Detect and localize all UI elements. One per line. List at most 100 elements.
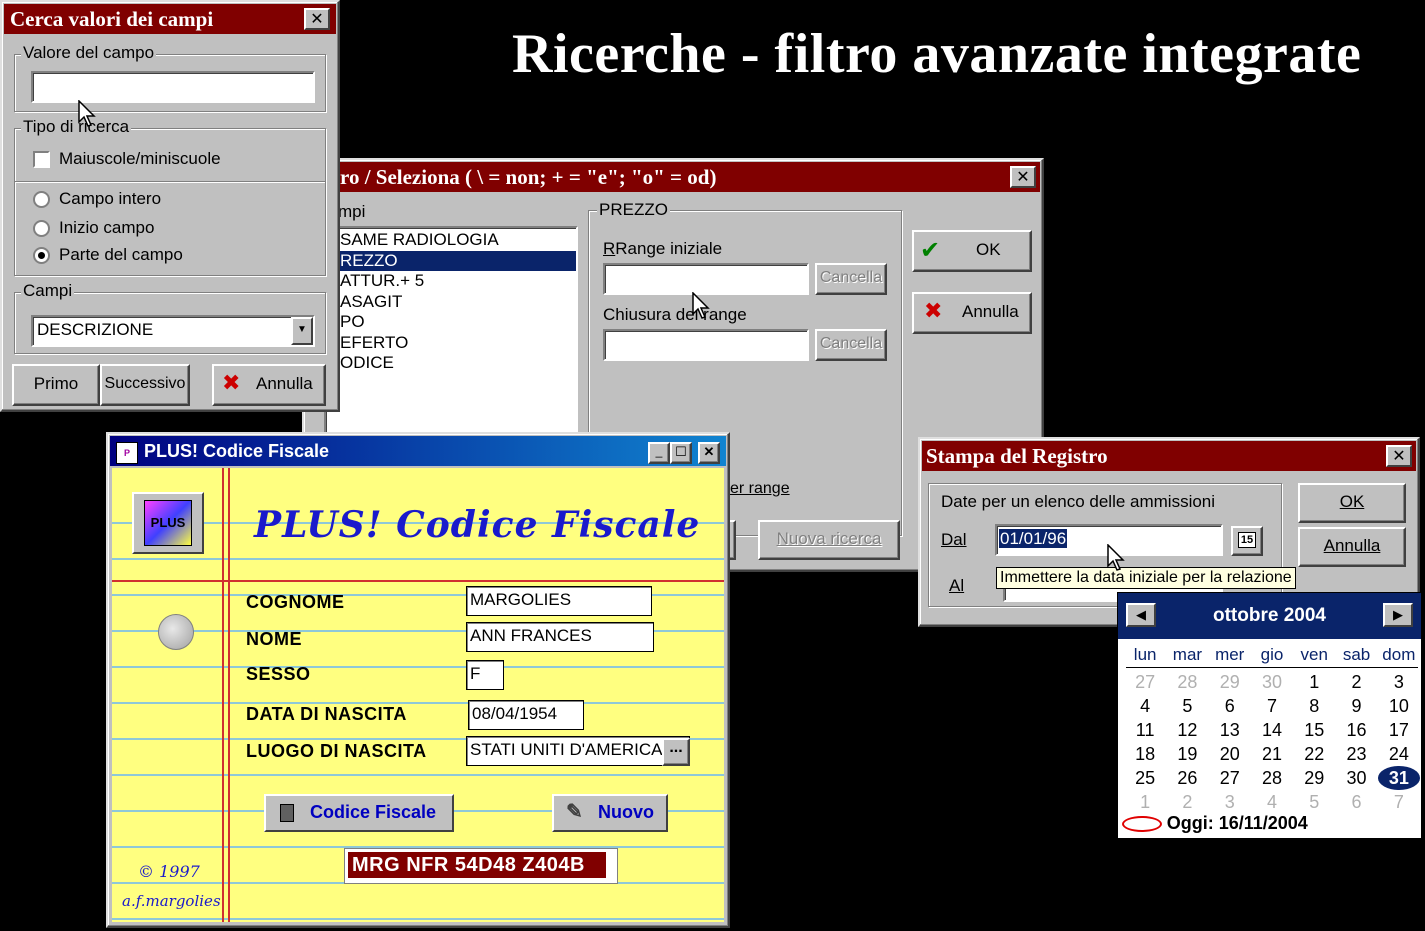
calendar-day[interactable]: 30 <box>1251 670 1293 694</box>
case-checkbox[interactable] <box>33 151 50 168</box>
calendar-day[interactable]: 17 <box>1378 718 1420 742</box>
codice-fiscale-button[interactable]: Codice Fiscale <box>264 794 454 832</box>
calendar-day[interactable]: 11 <box>1124 718 1166 742</box>
fields-select[interactable]: DESCRIZIONE ▼ <box>31 315 315 347</box>
filter-ok-button[interactable]: ✔ OK <box>912 230 1032 272</box>
plus-close-button[interactable]: ✕ <box>698 442 720 464</box>
calendar-day[interactable]: 7 <box>1251 694 1293 718</box>
field-list-item[interactable]: SAME RADIOLOGIA <box>326 230 576 251</box>
calendar-day[interactable]: 4 <box>1124 694 1166 718</box>
search-cancel-button[interactable]: ✖ Annulla <box>212 364 326 406</box>
calendar-day[interactable]: 6 <box>1335 790 1377 814</box>
range-end-cancel-button[interactable]: Cancella <box>815 329 887 361</box>
calendar-day[interactable]: 1 <box>1124 790 1166 814</box>
calendar-day[interactable]: 14 <box>1251 718 1293 742</box>
calendar-day[interactable]: 23 <box>1335 742 1377 766</box>
radio-inizio-campo[interactable] <box>33 220 50 237</box>
calendar-day[interactable]: 30 <box>1335 766 1377 790</box>
nuovo-button[interactable]: ✎ Nuovo <box>552 794 668 832</box>
fields-group-label: Campi <box>21 281 75 301</box>
calendar-day[interactable]: 28 <box>1251 766 1293 790</box>
calendar-day[interactable]: 5 <box>1293 790 1335 814</box>
calendar-day[interactable]: 5 <box>1166 694 1208 718</box>
range-tab[interactable]: er range <box>730 480 790 498</box>
calendar-day[interactable]: 2 <box>1335 670 1377 694</box>
calendar-day[interactable]: 16 <box>1335 718 1377 742</box>
calendar-day[interactable]: 24 <box>1378 742 1420 766</box>
calendar-day[interactable]: 22 <box>1293 742 1335 766</box>
range-start-input[interactable] <box>603 263 809 295</box>
nome-input[interactable]: ANN FRANCES <box>466 622 654 652</box>
calendar-day[interactable]: 28 <box>1166 670 1208 694</box>
filter-close-button[interactable]: ✕ <box>1010 166 1036 188</box>
range-start-cancel-button[interactable]: Cancella <box>815 263 887 295</box>
field-list-item[interactable]: ASAGIT <box>326 292 576 313</box>
weekday-label: dom <box>1382 645 1416 664</box>
calendar-day[interactable]: 1 <box>1293 670 1335 694</box>
range-start-label: RRange iniziale <box>603 239 723 258</box>
print-register-close-button[interactable]: ✕ <box>1386 445 1412 467</box>
field-list-item[interactable]: REZZO <box>326 250 576 271</box>
print-cancel-button[interactable]: Annulla <box>1298 527 1406 567</box>
first-button[interactable]: Primo <box>12 364 100 406</box>
case-label: Maiuscole/miniscuole <box>59 149 221 168</box>
calendar-day[interactable]: 3 <box>1209 790 1251 814</box>
from-date-value: 01/01/96 <box>999 529 1068 548</box>
calendar-day[interactable]: 2 <box>1166 790 1208 814</box>
calendar-day[interactable]: 7 <box>1378 790 1420 814</box>
radio-parte-campo[interactable] <box>33 247 50 264</box>
calendar-day[interactable]: 10 <box>1378 694 1420 718</box>
calendar-day[interactable]: 31 <box>1377 766 1420 790</box>
search-close-button[interactable]: ✕ <box>304 8 330 30</box>
new-search-button[interactable]: Nuova ricerca <box>758 520 900 560</box>
cognome-input[interactable]: MARGOLIES <box>466 586 652 616</box>
calendar-day[interactable]: 25 <box>1124 766 1166 790</box>
field-value-input[interactable] <box>31 71 315 103</box>
sesso-input[interactable]: F <box>466 660 504 690</box>
calendar-button[interactable]: 15 <box>1231 526 1263 556</box>
calendar-day[interactable]: 29 <box>1293 766 1335 790</box>
mouse-cursor-icon <box>1107 544 1125 571</box>
calendar-day[interactable]: 12 <box>1166 718 1208 742</box>
plus-window-title: PLUS! Codice Fiscale <box>144 441 330 461</box>
field-list-item[interactable]: EFERTO <box>326 333 576 354</box>
next-button[interactable]: Successivo <box>100 364 190 406</box>
calendar-day[interactable]: 4 <box>1251 790 1293 814</box>
calendar-day[interactable]: 20 <box>1209 742 1251 766</box>
today-row[interactable]: Oggi: 16/11/2004 <box>1122 813 1308 834</box>
data-nascita-input[interactable]: 08/04/1954 <box>468 700 584 730</box>
to-label: Al <box>949 576 965 595</box>
pen-icon: ✎ <box>566 801 583 823</box>
field-list-item[interactable]: PO <box>326 312 576 333</box>
print-ok-button[interactable]: OK <box>1298 483 1406 523</box>
radio-campo-intero[interactable] <box>33 191 50 208</box>
calendar-day[interactable]: 6 <box>1209 694 1251 718</box>
field-list-item[interactable]: ATTUR.+ 5 <box>326 271 576 292</box>
next-month-button[interactable]: ▶ <box>1383 603 1413 627</box>
minimize-button[interactable]: _ <box>648 442 670 464</box>
calendar-day[interactable]: 8 <box>1293 694 1335 718</box>
calendar-day[interactable]: 13 <box>1209 718 1251 742</box>
range-end-input[interactable] <box>603 329 809 361</box>
plus-app-icon: P <box>116 442 138 464</box>
field-list-item[interactable]: ODICE <box>326 353 576 374</box>
filter-annulla-button[interactable]: ✖ Annulla <box>912 292 1032 334</box>
maximize-button[interactable]: ☐ <box>670 442 692 464</box>
luogo-nascita-input[interactable]: STATI UNITI D'AMERICA <box>466 736 690 766</box>
prev-month-button[interactable]: ◀ <box>1126 603 1156 627</box>
calendar-day[interactable]: 9 <box>1335 694 1377 718</box>
calendar-day[interactable]: 29 <box>1209 670 1251 694</box>
calendar-day[interactable]: 15 <box>1293 718 1335 742</box>
calendar-day[interactable]: 26 <box>1166 766 1208 790</box>
range-end-label: Chiusura del range <box>603 305 747 324</box>
calendar-day[interactable]: 19 <box>1166 742 1208 766</box>
mouse-cursor-icon <box>692 292 710 319</box>
calendar-day[interactable]: 18 <box>1124 742 1166 766</box>
chevron-down-icon[interactable]: ▼ <box>291 317 313 345</box>
calendar-day[interactable]: 21 <box>1251 742 1293 766</box>
calendar-week: 1234567 <box>1124 790 1420 814</box>
calendar-day[interactable]: 27 <box>1124 670 1166 694</box>
calendar-day[interactable]: 3 <box>1378 670 1420 694</box>
calendar-day[interactable]: 27 <box>1209 766 1251 790</box>
luogo-browse-button[interactable]: ... <box>662 738 690 766</box>
